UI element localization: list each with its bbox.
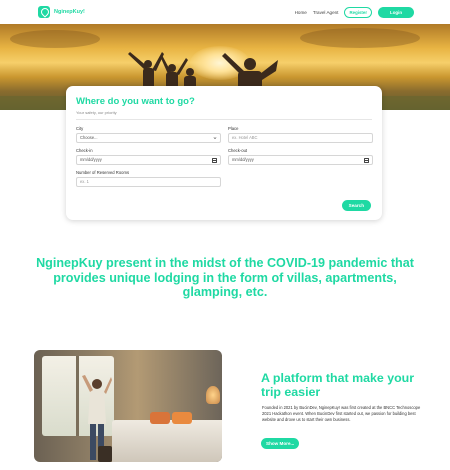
checkin-label: Check-in [76, 147, 93, 153]
show-more-button[interactable]: Show More... [261, 438, 300, 449]
city-label: City [76, 125, 84, 131]
checkin-input[interactable]: mm/dd/yyyy [76, 154, 221, 165]
chevron-down-icon [213, 136, 217, 139]
login-button[interactable]: Login [378, 6, 414, 18]
search-title: Where do you want to go? [76, 96, 195, 107]
calendar-icon[interactable] [212, 157, 217, 163]
place-input[interactable]: ex. Hotel ABC [228, 132, 373, 143]
checkin-value: mm/dd/yyyy [80, 157, 102, 163]
place-group: Place ex. Hotel ABC [228, 126, 373, 143]
register-button[interactable]: Register [344, 6, 373, 18]
brand[interactable]: NginepKuy! [38, 6, 85, 18]
search-card: Where do you want to go? Your safety, ou… [66, 86, 382, 220]
divider [76, 119, 372, 120]
checkout-value: mm/dd/yyyy [232, 157, 254, 163]
place-label: Place [228, 125, 239, 131]
nav-links: Home Travel Agent Register Login [295, 6, 414, 18]
rooms-placeholder: ex. 1 [80, 179, 89, 185]
calendar-icon[interactable] [364, 157, 369, 163]
city-select[interactable]: Choose... [76, 132, 221, 143]
checkout-label: Check-out [228, 147, 248, 153]
checkout-input[interactable]: mm/dd/yyyy [228, 154, 373, 165]
rooms-group: Number of Reserved Rooms ex. 1 [76, 170, 221, 187]
city-group: City Choose... [76, 126, 221, 143]
navbar: NginepKuy! Home Travel Agent Register Lo… [0, 0, 450, 24]
platform-description: Founded in 2021 by BucinDev, NginepKuy! … [262, 405, 421, 423]
bed [112, 420, 222, 462]
search-form: City Choose... Place ex. Hotel ABC Check… [76, 126, 373, 187]
checkin-group: Check-in mm/dd/yyyy [76, 148, 221, 165]
rooms-label: Number of Reserved Rooms [76, 169, 130, 175]
rooms-input[interactable]: ex. 1 [76, 176, 221, 187]
city-value: Choose... [80, 135, 98, 141]
checkout-group: Check-out mm/dd/yyyy [228, 148, 373, 165]
brand-name: NginepKuy! [54, 9, 85, 15]
suitcase [98, 446, 112, 462]
platform-title: A platform that make your trip easier [261, 371, 415, 399]
pillow [150, 412, 170, 424]
mission-statement: NginepKuy present in the midst of the CO… [36, 256, 414, 300]
search-subtitle: Your safety, our priority [76, 110, 117, 115]
search-button[interactable]: Search [341, 200, 371, 211]
place-placeholder: ex. Hotel ABC [232, 135, 258, 141]
location-pin-icon [38, 6, 50, 18]
hotel-room-photo [34, 350, 222, 462]
nav-link-home[interactable]: Home [295, 10, 307, 15]
nav-link-travel-agent[interactable]: Travel Agent [313, 10, 339, 15]
pillow [172, 412, 192, 424]
lamp [206, 386, 220, 404]
